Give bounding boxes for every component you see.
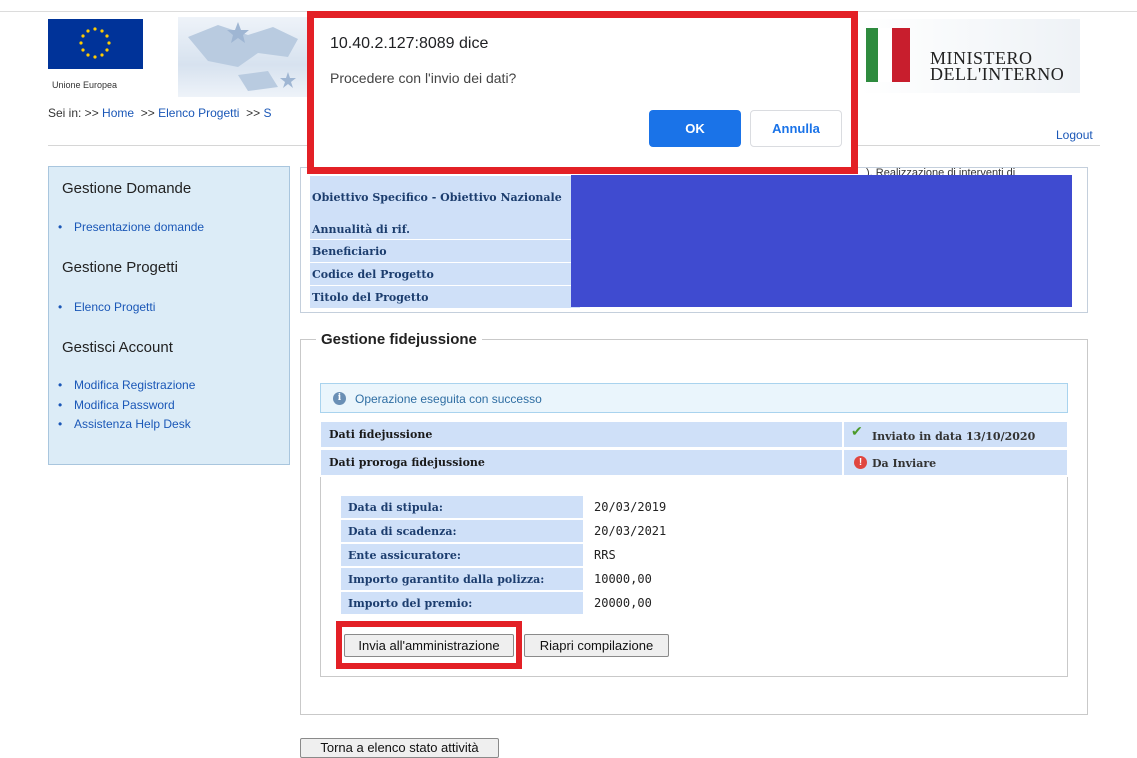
info-overflow-text: ). Realizzazione di interventi di [866,167,1016,175]
detail-label-importo-premio: Importo del premio: [341,592,583,614]
sidebar-heading-account: Gestisci Account [62,339,173,356]
back-to-activity-list-button[interactable]: Torna a elenco stato attività [300,738,499,758]
check-icon: ✔ [851,423,863,439]
fieldset-legend: Gestione fidejussione [316,331,482,348]
row-label-dati-fidejussione: Dati fidejussione [329,428,433,441]
info-label-annualita: Annualità di rif. [310,217,580,239]
row-label-dati-proroga: Dati proroga fidejussione [329,456,485,469]
detail-label-data-stipula: Data di stipula: [341,496,583,518]
italy-flag-white [878,28,892,82]
sidebar-heading-progetti: Gestione Progetti [62,259,178,276]
eu-label: Unione Europea [52,80,118,90]
detail-label-importo-garantito: Importo garantito dalla polizza: [341,568,583,590]
detail-value-data-stipula: 20/03/2019 [594,500,667,514]
redacted-project-values [571,175,1072,307]
sidebar-item-modifica-password[interactable]: Modifica Password [58,398,175,412]
row-divider [842,421,844,448]
sidebar-item-elenco-progetti[interactable]: Elenco Progetti [58,300,155,314]
alert-icon: ! [854,456,867,469]
breadcrumb-prefix: Sei in: >> [48,106,99,120]
eu-flag-logo [48,19,143,69]
breadcrumb-separator: >> [140,106,155,120]
breadcrumb-home-link[interactable]: Home [102,106,134,120]
highlight-dialog [307,11,858,174]
detail-value-data-scadenza: 20/03/2021 [594,524,667,538]
row-divider [842,449,844,476]
europe-map-banner [178,17,318,97]
italy-flag-green [866,28,878,82]
sidebar-heading-domande: Gestione Domande [62,180,192,197]
detail-label-data-scadenza: Data di scadenza: [341,520,583,542]
sidebar: Gestione Domande Presentazione domande G… [48,166,290,465]
ministry-logo-text: MINISTERO DELL'INTERNO [930,49,1065,84]
reopen-compilation-button[interactable]: Riapri compilazione [524,634,669,657]
info-label-codice: Codice del Progetto [310,263,580,285]
italy-flag-red [892,28,910,82]
info-label-beneficiario: Beneficiario [310,240,580,262]
breadcrumb-projects-link[interactable]: Elenco Progetti [158,106,239,120]
detail-value-importo-garantito: 10000,00 [594,572,652,586]
info-icon: i [333,392,346,405]
status-da-inviare: Da Inviare [872,457,937,470]
highlight-send-button [336,621,522,669]
info-label-titolo: Titolo del Progetto [310,286,580,308]
sidebar-item-assistenza-help-desk[interactable]: Assistenza Help Desk [58,417,191,431]
success-message: Operazione eseguita con successo [355,392,542,406]
breadcrumb: Sei in: >> Home >> Elenco Progetti >> S [48,106,272,120]
breadcrumb-current-link[interactable]: S [264,106,272,120]
logout-link[interactable]: Logout [1056,128,1093,142]
breadcrumb-separator: >> [246,106,261,120]
sidebar-item-modifica-registrazione[interactable]: Modifica Registrazione [58,378,195,392]
sidebar-item-presentazione-domande[interactable]: Presentazione domande [58,220,204,234]
detail-value-importo-premio: 20000,00 [594,596,652,610]
ministry-line-2: DELL'INTERNO [930,64,1065,84]
status-inviato: Inviato in data 13/10/2020 [872,430,1036,443]
detail-label-ente-assicuratore: Ente assicuratore: [341,544,583,566]
detail-value-ente-assicuratore: RRS [594,548,616,562]
